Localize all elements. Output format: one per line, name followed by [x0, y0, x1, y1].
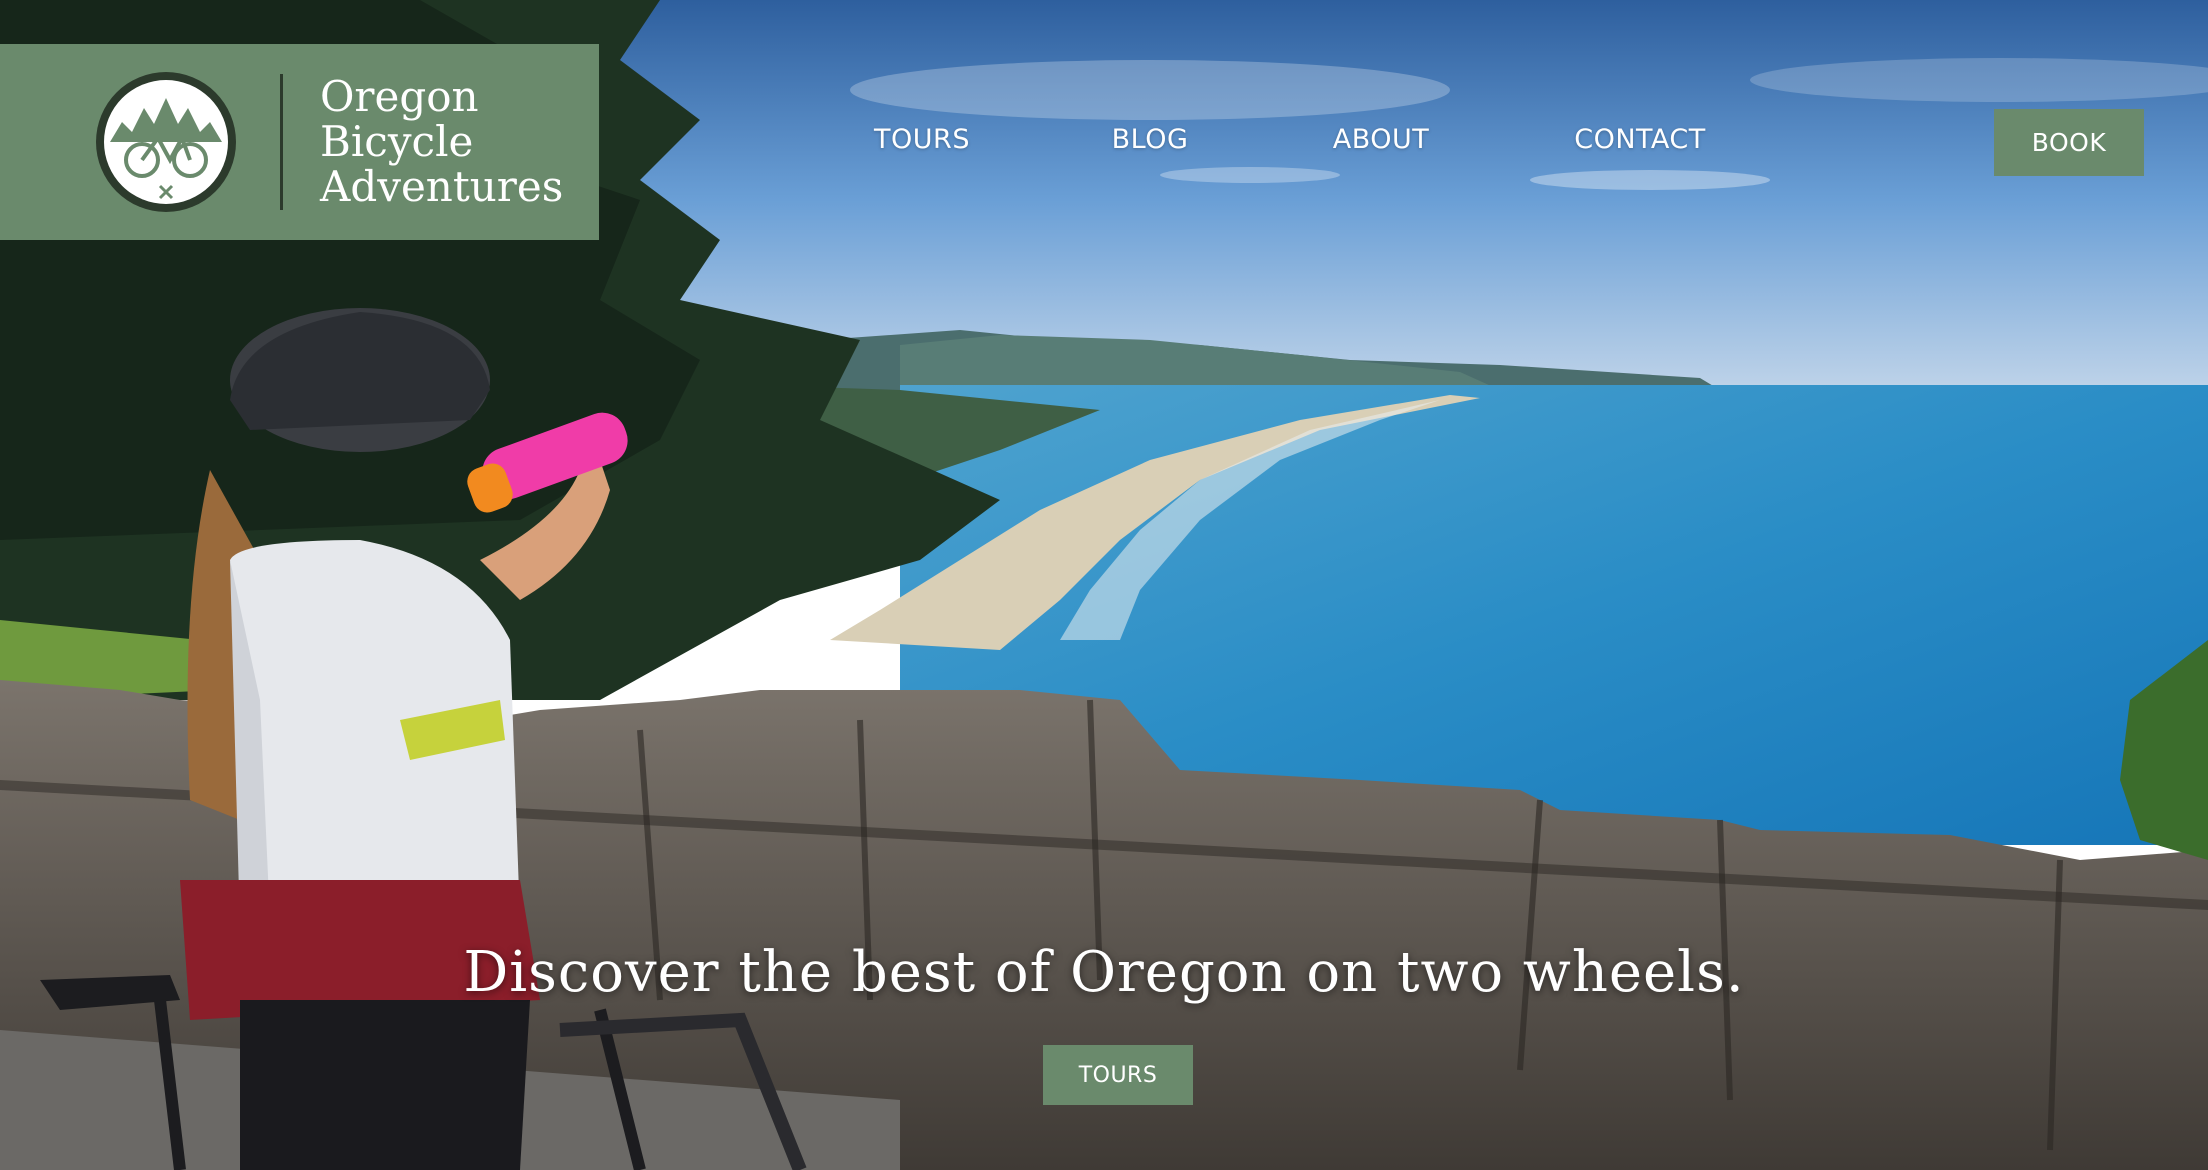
hero-headline: Discover the best of Oregon on two wheel…	[463, 940, 1745, 1005]
book-button[interactable]: BOOK	[1994, 109, 2144, 176]
hero-section: Oregon Bicycle Adventures TOURS BLOG ABO…	[0, 0, 2208, 1170]
nav-link-about[interactable]: ABOUT	[1333, 124, 1430, 155]
nav-link-contact[interactable]: CONTACT	[1574, 124, 1706, 155]
nav-link-tours[interactable]: TOURS	[874, 124, 970, 155]
brand-name-line-1: Oregon	[320, 72, 479, 121]
brand-name-line-3: Adventures	[320, 162, 564, 211]
nav-link-blog[interactable]: BLOG	[1112, 124, 1189, 155]
main-navigation: TOURS BLOG ABOUT CONTACT	[0, 124, 2208, 164]
tours-cta-button[interactable]: TOURS	[1043, 1045, 1193, 1105]
